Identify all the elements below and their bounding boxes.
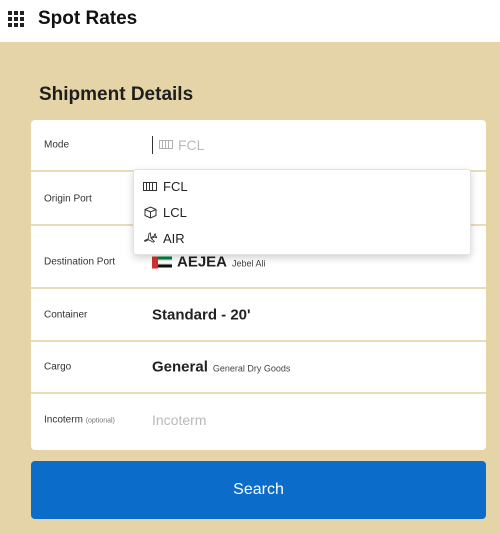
app-title: Spot Rates: [38, 8, 138, 29]
grid-icon[interactable]: [8, 11, 24, 27]
text-caret: [152, 136, 153, 154]
cargo-value[interactable]: General General Dry Goods: [152, 359, 290, 376]
box-icon: [142, 205, 158, 219]
mode-option-label: FCL: [163, 178, 188, 194]
container-row[interactable]: Container Standard - 20': [31, 290, 486, 342]
incoterm-label: Incoterm (optional): [44, 415, 115, 426]
origin-port-label: Origin Port: [44, 193, 92, 205]
mode-option-fcl[interactable]: FCL: [142, 173, 462, 199]
cargo-label: Cargo: [44, 361, 72, 373]
cargo-detail: General Dry Goods: [212, 363, 291, 374]
optional-tag: (optional): [85, 417, 115, 425]
mode-placeholder: FCL: [178, 137, 205, 153]
container-value[interactable]: Standard - 20': [152, 307, 251, 324]
container-icon: [159, 136, 173, 154]
mode-row[interactable]: Mode FCL: [31, 120, 486, 172]
mode-dropdown: FCL LCL AIR: [133, 169, 471, 255]
mode-option-label: AIR: [163, 230, 185, 246]
cargo-type: General: [152, 358, 208, 376]
mode-option-label: LCL: [163, 204, 187, 220]
container-icon: [142, 181, 158, 191]
mode-label: Mode: [44, 139, 70, 151]
destination-port-name: Jebel Ali: [232, 258, 266, 269]
section-title: Shipment Details: [39, 84, 194, 105]
mode-input[interactable]: FCL: [152, 136, 204, 154]
top-bar: Spot Rates: [0, 0, 500, 42]
container-type: Standard - 20': [152, 306, 251, 324]
incoterm-placeholder: Incoterm: [152, 412, 207, 428]
container-label: Container: [44, 309, 88, 321]
uae-flag-icon: [152, 256, 172, 268]
incoterm-row[interactable]: Incoterm (optional) Incoterm: [31, 394, 486, 446]
destination-port-code: AEJEA: [177, 253, 228, 271]
incoterm-label-text: Incoterm: [44, 414, 83, 426]
airplane-icon: [142, 232, 158, 244]
cargo-row[interactable]: Cargo General General Dry Goods: [31, 342, 486, 394]
incoterm-input[interactable]: Incoterm: [152, 412, 206, 428]
destination-port-value[interactable]: AEJEA Jebel Ali: [152, 254, 266, 271]
search-button[interactable]: Search: [31, 461, 486, 519]
destination-port-label: Destination Port: [44, 256, 116, 268]
mode-option-air[interactable]: AIR: [142, 225, 462, 251]
mode-option-lcl[interactable]: LCL: [142, 199, 462, 225]
